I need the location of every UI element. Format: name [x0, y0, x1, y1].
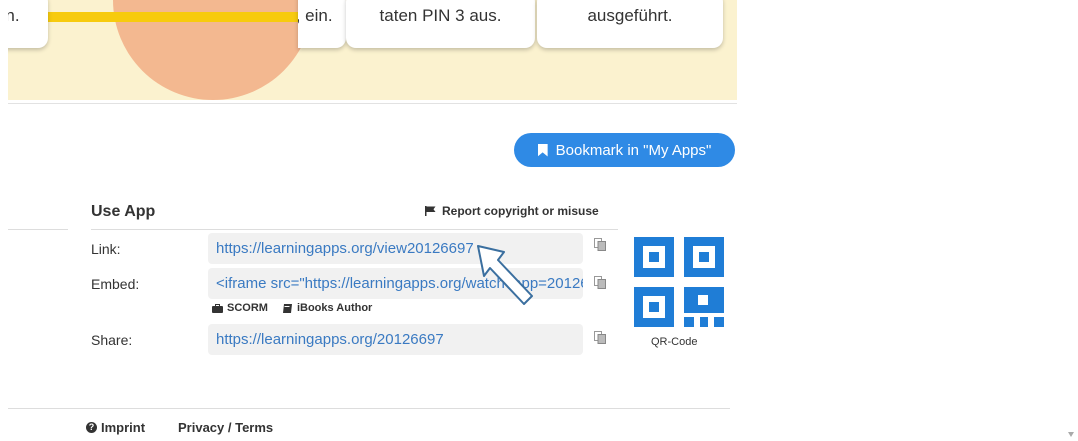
preview-card-text: ausgeführt.: [587, 6, 673, 25]
report-link[interactable]: Report copyright or misuse: [425, 204, 599, 218]
preview-card-text: taten PIN 3 aus.: [379, 6, 502, 25]
privacy-terms-link[interactable]: Privacy / Terms: [178, 420, 273, 435]
preview-card-text: ben.: [8, 6, 20, 25]
copy-icon[interactable]: [594, 276, 606, 289]
scorm-link[interactable]: SCORM: [227, 302, 268, 314]
use-app-title: Use App: [91, 203, 156, 220]
qr-code-label: QR-Code: [651, 336, 698, 348]
preview-card[interactable]: ausgeführt.: [537, 0, 723, 48]
share-field[interactable]: https://learningapps.org/20126697: [208, 324, 583, 355]
bookmark-label: Bookmark in "My Apps": [555, 141, 712, 159]
imprint-link[interactable]: ? Imprint: [86, 420, 145, 435]
preview-card-text: R, ein.: [298, 6, 333, 25]
app-preview[interactable]: ben. R, ein. taten PIN 3 aus. ausgeführt…: [8, 0, 737, 100]
embed-label: Embed:: [91, 276, 140, 292]
question-circle-icon: ?: [86, 422, 97, 433]
scroll-down-arrow-icon[interactable]: [1068, 432, 1074, 437]
divider: [8, 103, 737, 104]
pointer-arrow-icon: [477, 245, 533, 305]
imprint-label: Imprint: [101, 420, 146, 435]
report-label: Report copyright or misuse: [442, 204, 599, 218]
preview-card[interactable]: ben.: [8, 0, 48, 48]
bookmark-button[interactable]: Bookmark in "My Apps": [514, 133, 735, 167]
share-label: Share:: [91, 332, 133, 348]
preview-card[interactable]: R, ein.: [298, 0, 346, 48]
book-icon: [282, 303, 292, 313]
divider: [91, 229, 618, 230]
copy-icon[interactable]: [594, 238, 606, 251]
flag-icon: [425, 206, 436, 216]
briefcase-icon: [212, 303, 223, 313]
link-label: Link:: [91, 241, 121, 257]
copy-icon[interactable]: [594, 331, 606, 344]
divider: [8, 408, 730, 409]
ibooks-author-link[interactable]: iBooks Author: [297, 302, 372, 314]
qr-code-icon[interactable]: [634, 237, 724, 327]
preview-card[interactable]: taten PIN 3 aus.: [346, 0, 535, 48]
bookmark-icon: [537, 143, 548, 157]
divider: [8, 229, 68, 230]
